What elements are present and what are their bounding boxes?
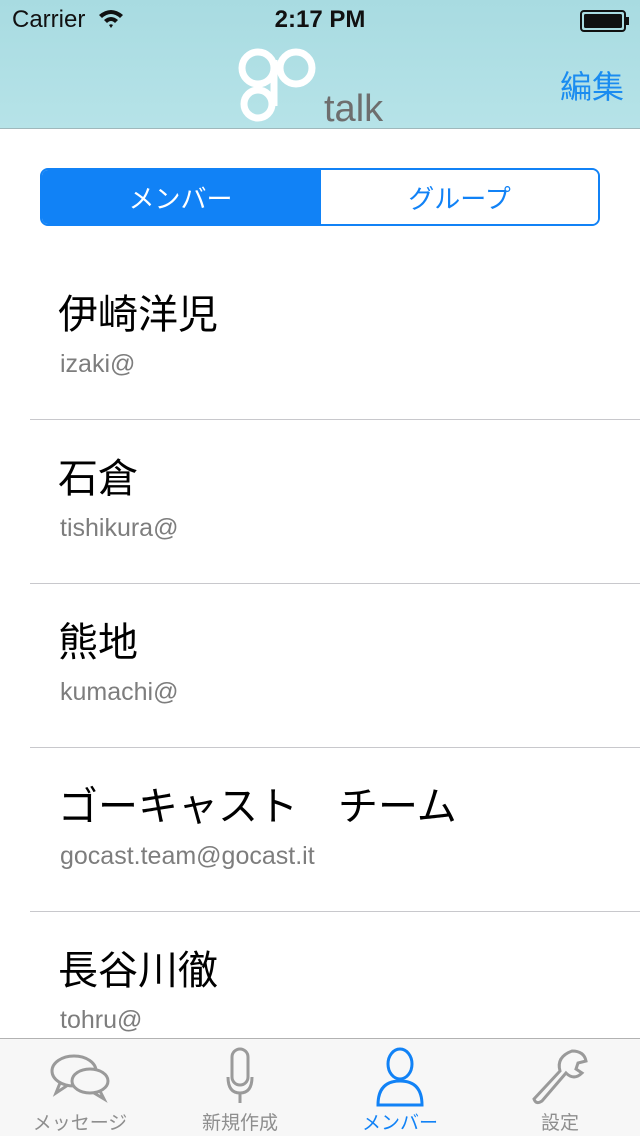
edit-button[interactable]: 編集 bbox=[560, 62, 624, 108]
member-name: 熊地 bbox=[58, 620, 138, 666]
list-item[interactable]: 熊地 kumachi@ bbox=[30, 584, 640, 748]
status-time: 2:17 PM bbox=[274, 6, 366, 33]
member-name: ゴーキャスト チーム bbox=[58, 784, 457, 830]
person-icon bbox=[376, 1047, 424, 1107]
member-name: 石倉 bbox=[58, 456, 138, 502]
tab-members[interactable]: メンバー bbox=[320, 1039, 480, 1136]
tab-label: 新規作成 bbox=[201, 1112, 278, 1134]
screen: Carrier 2:17 PM talk 編集 メンバー グループ 伊崎洋児 i… bbox=[0, 0, 640, 1136]
battery-icon bbox=[580, 10, 629, 32]
member-email: izaki@ bbox=[60, 350, 136, 378]
microphone-icon bbox=[226, 1047, 254, 1103]
header: Carrier 2:17 PM talk 編集 bbox=[0, 0, 640, 129]
tab-bar: メッセージ 新規作成 メンバー 設定 bbox=[0, 1038, 640, 1136]
tab-label: 設定 bbox=[540, 1112, 579, 1134]
wrench-icon bbox=[532, 1049, 588, 1105]
tab-settings[interactable]: 設定 bbox=[480, 1039, 640, 1136]
gotalk-logo: talk bbox=[238, 48, 384, 126]
list-item[interactable]: 伊崎洋児 izaki@ bbox=[30, 256, 640, 420]
segment-groups[interactable]: グループ bbox=[319, 170, 598, 224]
member-name: 長谷川徹 bbox=[58, 948, 218, 994]
tab-label: メッセージ bbox=[32, 1112, 128, 1134]
list-item[interactable]: 石倉 tishikura@ bbox=[30, 420, 640, 584]
tab-label: メンバー bbox=[361, 1112, 438, 1134]
member-name: 伊崎洋児 bbox=[58, 292, 218, 338]
member-list: 伊崎洋児 izaki@ 石倉 tishikura@ 熊地 kumachi@ ゴー… bbox=[0, 256, 640, 1076]
tab-messages[interactable]: メッセージ bbox=[0, 1039, 160, 1136]
member-email: gocast.team@gocast.it bbox=[60, 842, 315, 870]
list-item[interactable]: ゴーキャスト チーム gocast.team@gocast.it bbox=[30, 748, 640, 912]
member-email: tohru@ bbox=[60, 1006, 143, 1034]
member-email: tishikura@ bbox=[60, 514, 179, 542]
member-email: kumachi@ bbox=[60, 678, 179, 706]
chat-bubbles-icon bbox=[50, 1054, 110, 1103]
segmented-control: メンバー グループ bbox=[40, 168, 600, 226]
logo-text: talk bbox=[324, 88, 384, 126]
status-bar: Carrier 2:17 PM bbox=[0, 0, 640, 40]
segment-members[interactable]: メンバー bbox=[42, 170, 319, 224]
tab-compose[interactable]: 新規作成 bbox=[160, 1039, 320, 1136]
